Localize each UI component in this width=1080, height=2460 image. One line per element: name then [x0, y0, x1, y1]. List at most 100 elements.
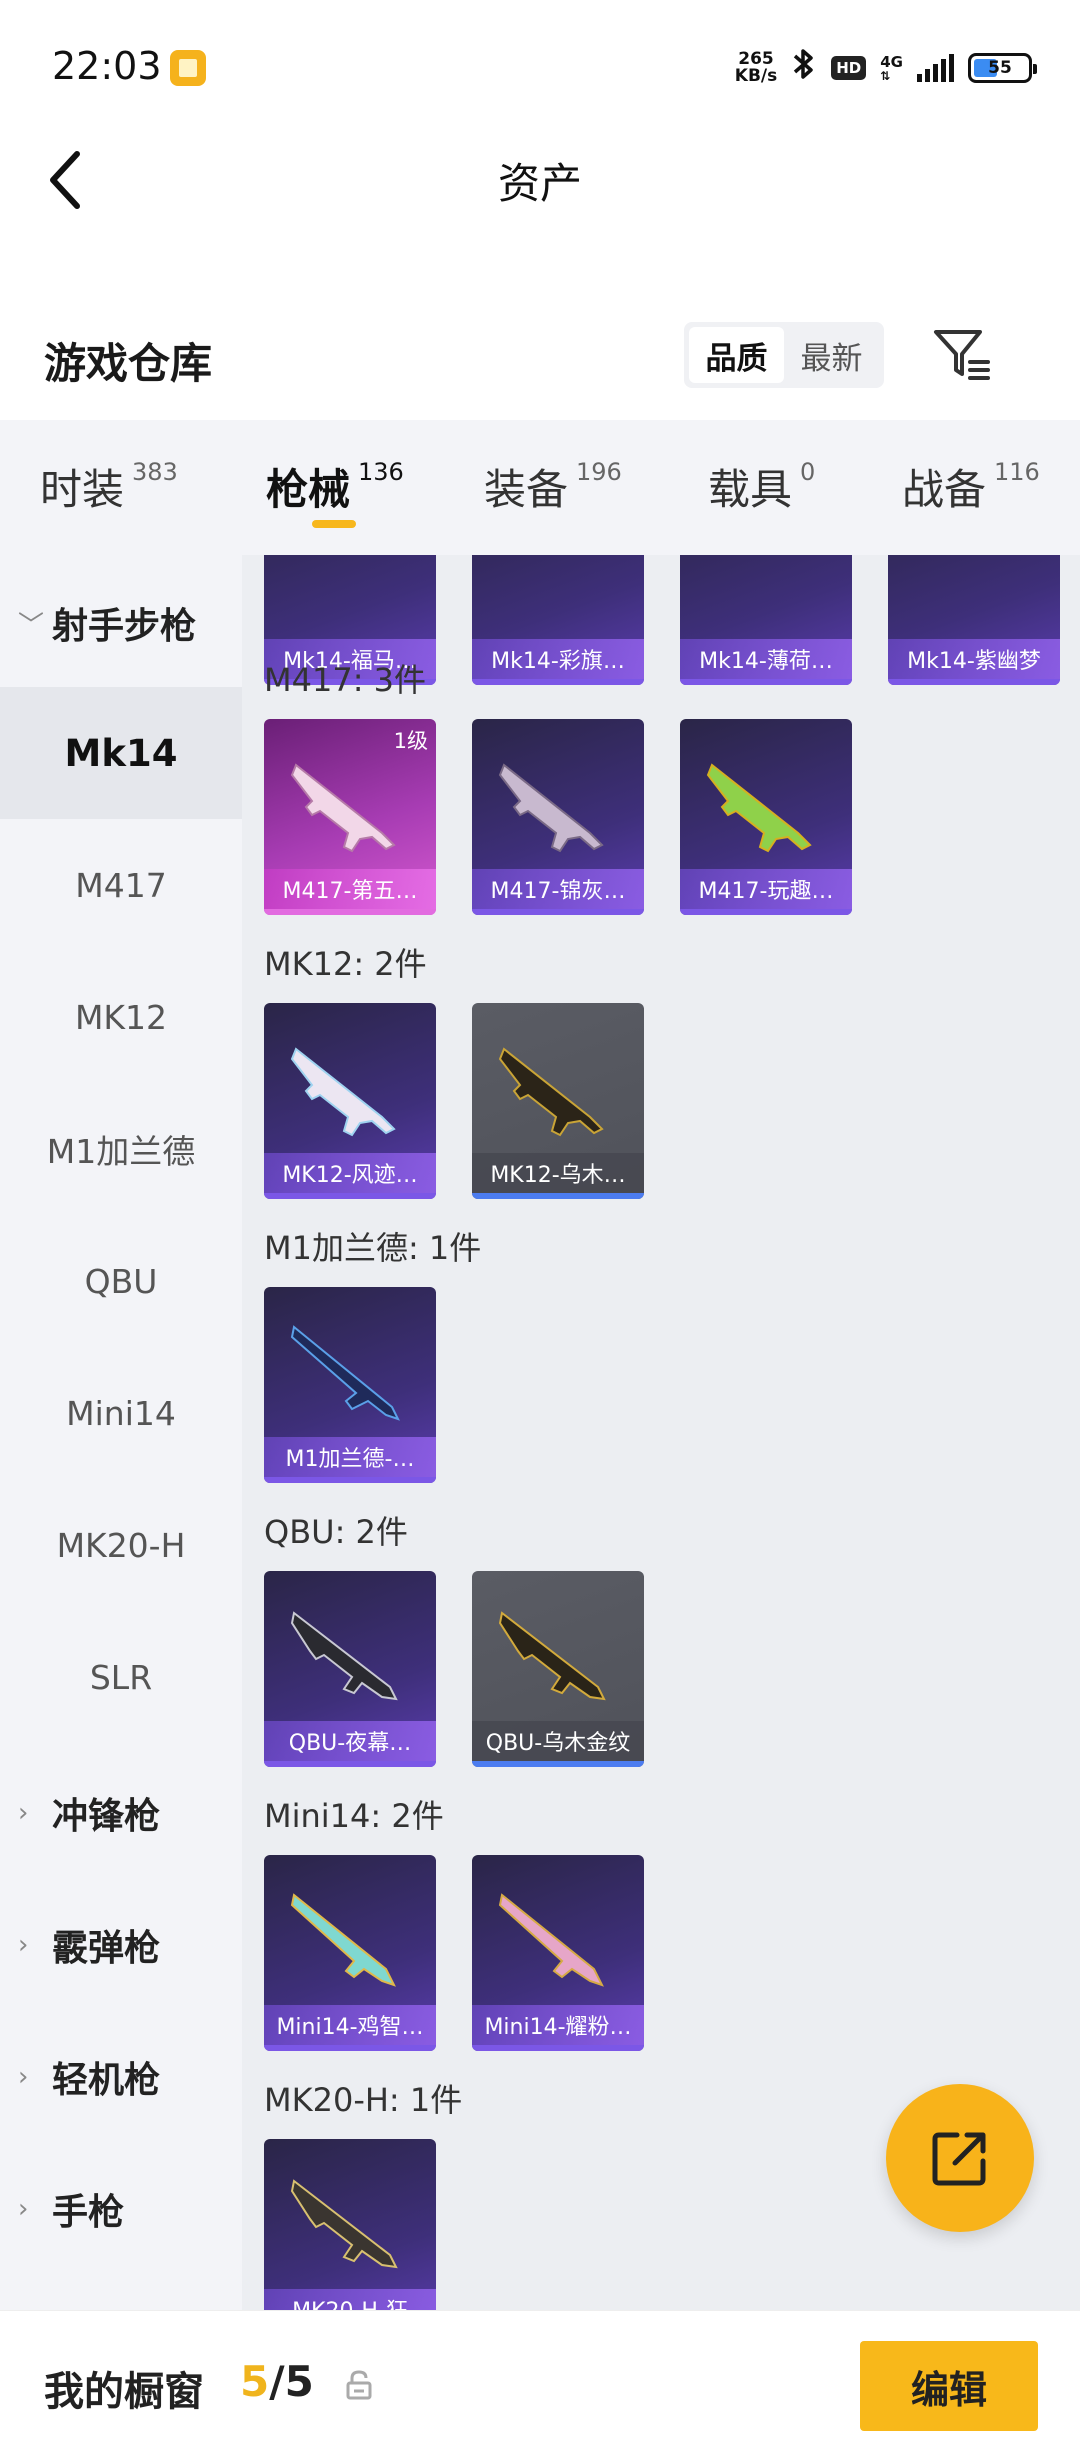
weapon-card-name: MK12-风迹…: [264, 1153, 436, 1193]
weapon-card[interactable]: M417-锦灰…: [472, 719, 644, 915]
weapon-card-name: Mk14-彩旗…: [472, 639, 644, 679]
tab-vehicles[interactable]: 载具 0: [708, 456, 815, 517]
weapon-grid: Mk14-福马… Mk14-彩旗… Mk14-薄荷… Mk14-紫幽梦 M417…: [242, 555, 1080, 2310]
chevron-right-icon: ›: [18, 1930, 29, 1960]
sidebar-group-label: 霰弹枪: [52, 1928, 161, 1969]
net-speed: 265 KB/s: [735, 51, 777, 85]
battery-icon: 55: [968, 53, 1037, 83]
sidebar-group-smg[interactable]: › 冲锋枪: [18, 1787, 160, 1839]
sidebar-group-label: 冲锋枪: [52, 1796, 161, 1837]
showcase-bottom-bar: 我的橱窗 5/5 编辑: [0, 2310, 1080, 2460]
rifle-icon: [290, 1047, 396, 1137]
weapon-card-name: M1加兰德-…: [264, 1437, 436, 1477]
weapon-card[interactable]: Mk14-薄荷…: [680, 555, 852, 685]
group-label-mk12: MK12: 2件: [264, 945, 427, 983]
rifle-icon: [290, 1893, 396, 1987]
notification-app-icon: [170, 50, 206, 86]
showcase-current: 5: [240, 2357, 270, 2406]
sidebar-item-m417[interactable]: M417: [0, 819, 242, 951]
weapon-card-name: M417-玩趣…: [680, 869, 852, 909]
sidebar-item-m1-garand[interactable]: M1加兰德: [0, 1083, 242, 1215]
tab-label: 装备: [484, 465, 569, 514]
sidebar-item-mk20h[interactable]: MK20-H: [0, 1479, 242, 1611]
tab-equipment[interactable]: 装备 196: [484, 456, 622, 517]
weapon-card-name: MK12-乌木…: [472, 1153, 644, 1193]
sidebar-item-qbu[interactable]: QBU: [0, 1215, 242, 1347]
rifle-icon: [290, 1325, 400, 1421]
rifle-icon: [290, 2179, 398, 2269]
tab-count: 116: [994, 458, 1040, 486]
rifle-icon: [498, 1047, 604, 1137]
rifle-icon: [290, 763, 396, 853]
sort-toggle: 品质 最新: [684, 322, 884, 388]
showcase-count: 5/5: [240, 2357, 314, 2406]
showcase-separator: /: [269, 2357, 285, 2406]
tab-guns[interactable]: 枪械 136: [266, 456, 404, 517]
sidebar-item-mini14[interactable]: Mini14: [0, 1347, 242, 1479]
weapon-card-name: QBU-乌木金纹: [472, 1721, 644, 1761]
showcase-total: 5: [284, 2357, 314, 2406]
weapon-card-name: Mini14-鸡智…: [264, 2005, 436, 2045]
sort-newest-button[interactable]: 最新: [784, 327, 879, 383]
weapon-type-sidebar: ﹀ 射手步枪 Mk14 M417 MK12 M1加兰德 QBU Mini14 M…: [0, 555, 242, 2310]
rifle-icon: [498, 763, 604, 853]
hd-badge: HD: [831, 56, 867, 80]
category-tabs: 时装 383 枪械 136 装备 196 载具 0 战备 116: [0, 420, 1080, 555]
weapon-card[interactable]: QBU-乌木金纹: [472, 1571, 644, 1767]
weapon-card[interactable]: Mini14-耀粉…: [472, 1855, 644, 2051]
sidebar-item-slr[interactable]: SLR: [0, 1611, 242, 1743]
group-label-mini14: Mini14: 2件: [264, 1797, 444, 1835]
weapon-card-name: Mini14-耀粉…: [472, 2005, 644, 2045]
chevron-right-icon: ›: [18, 2194, 29, 2224]
weapon-card[interactable]: MK12-风迹…: [264, 1003, 436, 1199]
weapon-card-name: M417-第五…: [264, 869, 436, 909]
filter-button[interactable]: [930, 322, 994, 386]
sidebar-item-mk12[interactable]: MK12: [0, 951, 242, 1083]
weapon-card[interactable]: QBU-夜幕…: [264, 1571, 436, 1767]
network-arrows-icon: ⇅: [880, 68, 891, 83]
weapon-card[interactable]: 1级 M417-第五…: [264, 719, 436, 915]
share-external-icon: [932, 2132, 986, 2186]
tab-fashion[interactable]: 时装 383: [40, 456, 178, 517]
weapon-card[interactable]: MK20-H-狂: [264, 2139, 436, 2310]
weapon-card[interactable]: Mk14-紫幽梦: [888, 555, 1060, 685]
weapon-card-name: QBU-夜幕…: [264, 1721, 436, 1761]
lock-icon: [346, 2370, 372, 2400]
tab-label: 时装: [40, 465, 125, 514]
page-title: 资产: [497, 159, 582, 208]
group-label-m417: M417: 3件: [264, 661, 427, 699]
status-icons: 265 KB/s HD 4G ⇅ 55: [735, 46, 1037, 90]
sidebar-group-label: 射手步枪: [52, 606, 197, 647]
sidebar-group-marksman-rifle[interactable]: ﹀ 射手步枪: [18, 597, 196, 649]
network-label: 4G: [880, 52, 903, 71]
status-bar: 22:03 265 KB/s HD 4G ⇅ 55: [0, 0, 1080, 130]
group-label-m1-garand: M1加兰德: 1件: [264, 1229, 482, 1267]
rifle-icon: [498, 1893, 604, 1987]
weapon-card[interactable]: Mini14-鸡智…: [264, 1855, 436, 2051]
tab-count: 383: [132, 458, 178, 486]
sidebar-item-mk14[interactable]: Mk14: [0, 687, 242, 819]
share-fab-button[interactable]: [886, 2084, 1034, 2232]
tab-count: 0: [800, 458, 816, 486]
network-type: 4G ⇅: [880, 52, 903, 83]
sidebar-group-label: 轻机枪: [52, 2060, 161, 2101]
tab-count: 196: [576, 458, 622, 486]
weapon-card[interactable]: M417-玩趣…: [680, 719, 852, 915]
group-label-qbu: QBU: 2件: [264, 1513, 408, 1551]
chevron-down-icon: ﹀: [18, 610, 45, 641]
weapon-card[interactable]: Mk14-彩旗…: [472, 555, 644, 685]
tab-supplies[interactable]: 战备 116: [902, 456, 1040, 517]
net-speed-unit: KB/s: [734, 66, 778, 86]
sidebar-group-pistol[interactable]: › 手枪: [18, 2183, 124, 2235]
weapon-card[interactable]: MK12-乌木…: [472, 1003, 644, 1199]
sort-quality-button[interactable]: 品质: [689, 327, 784, 383]
sidebar-group-lmg[interactable]: › 轻机枪: [18, 2051, 160, 2103]
battery-level: 55: [988, 58, 1012, 78]
weapon-card[interactable]: M1加兰德-…: [264, 1287, 436, 1483]
edit-button[interactable]: 编辑: [860, 2341, 1038, 2431]
chevron-right-icon: ›: [18, 1798, 29, 1828]
sidebar-group-shotgun[interactable]: › 霰弹枪: [18, 1919, 160, 1971]
tab-label: 载具: [708, 465, 793, 514]
group-label-mk20h: MK20-H: 1件: [264, 2081, 463, 2119]
weapon-card-name: M417-锦灰…: [472, 869, 644, 909]
